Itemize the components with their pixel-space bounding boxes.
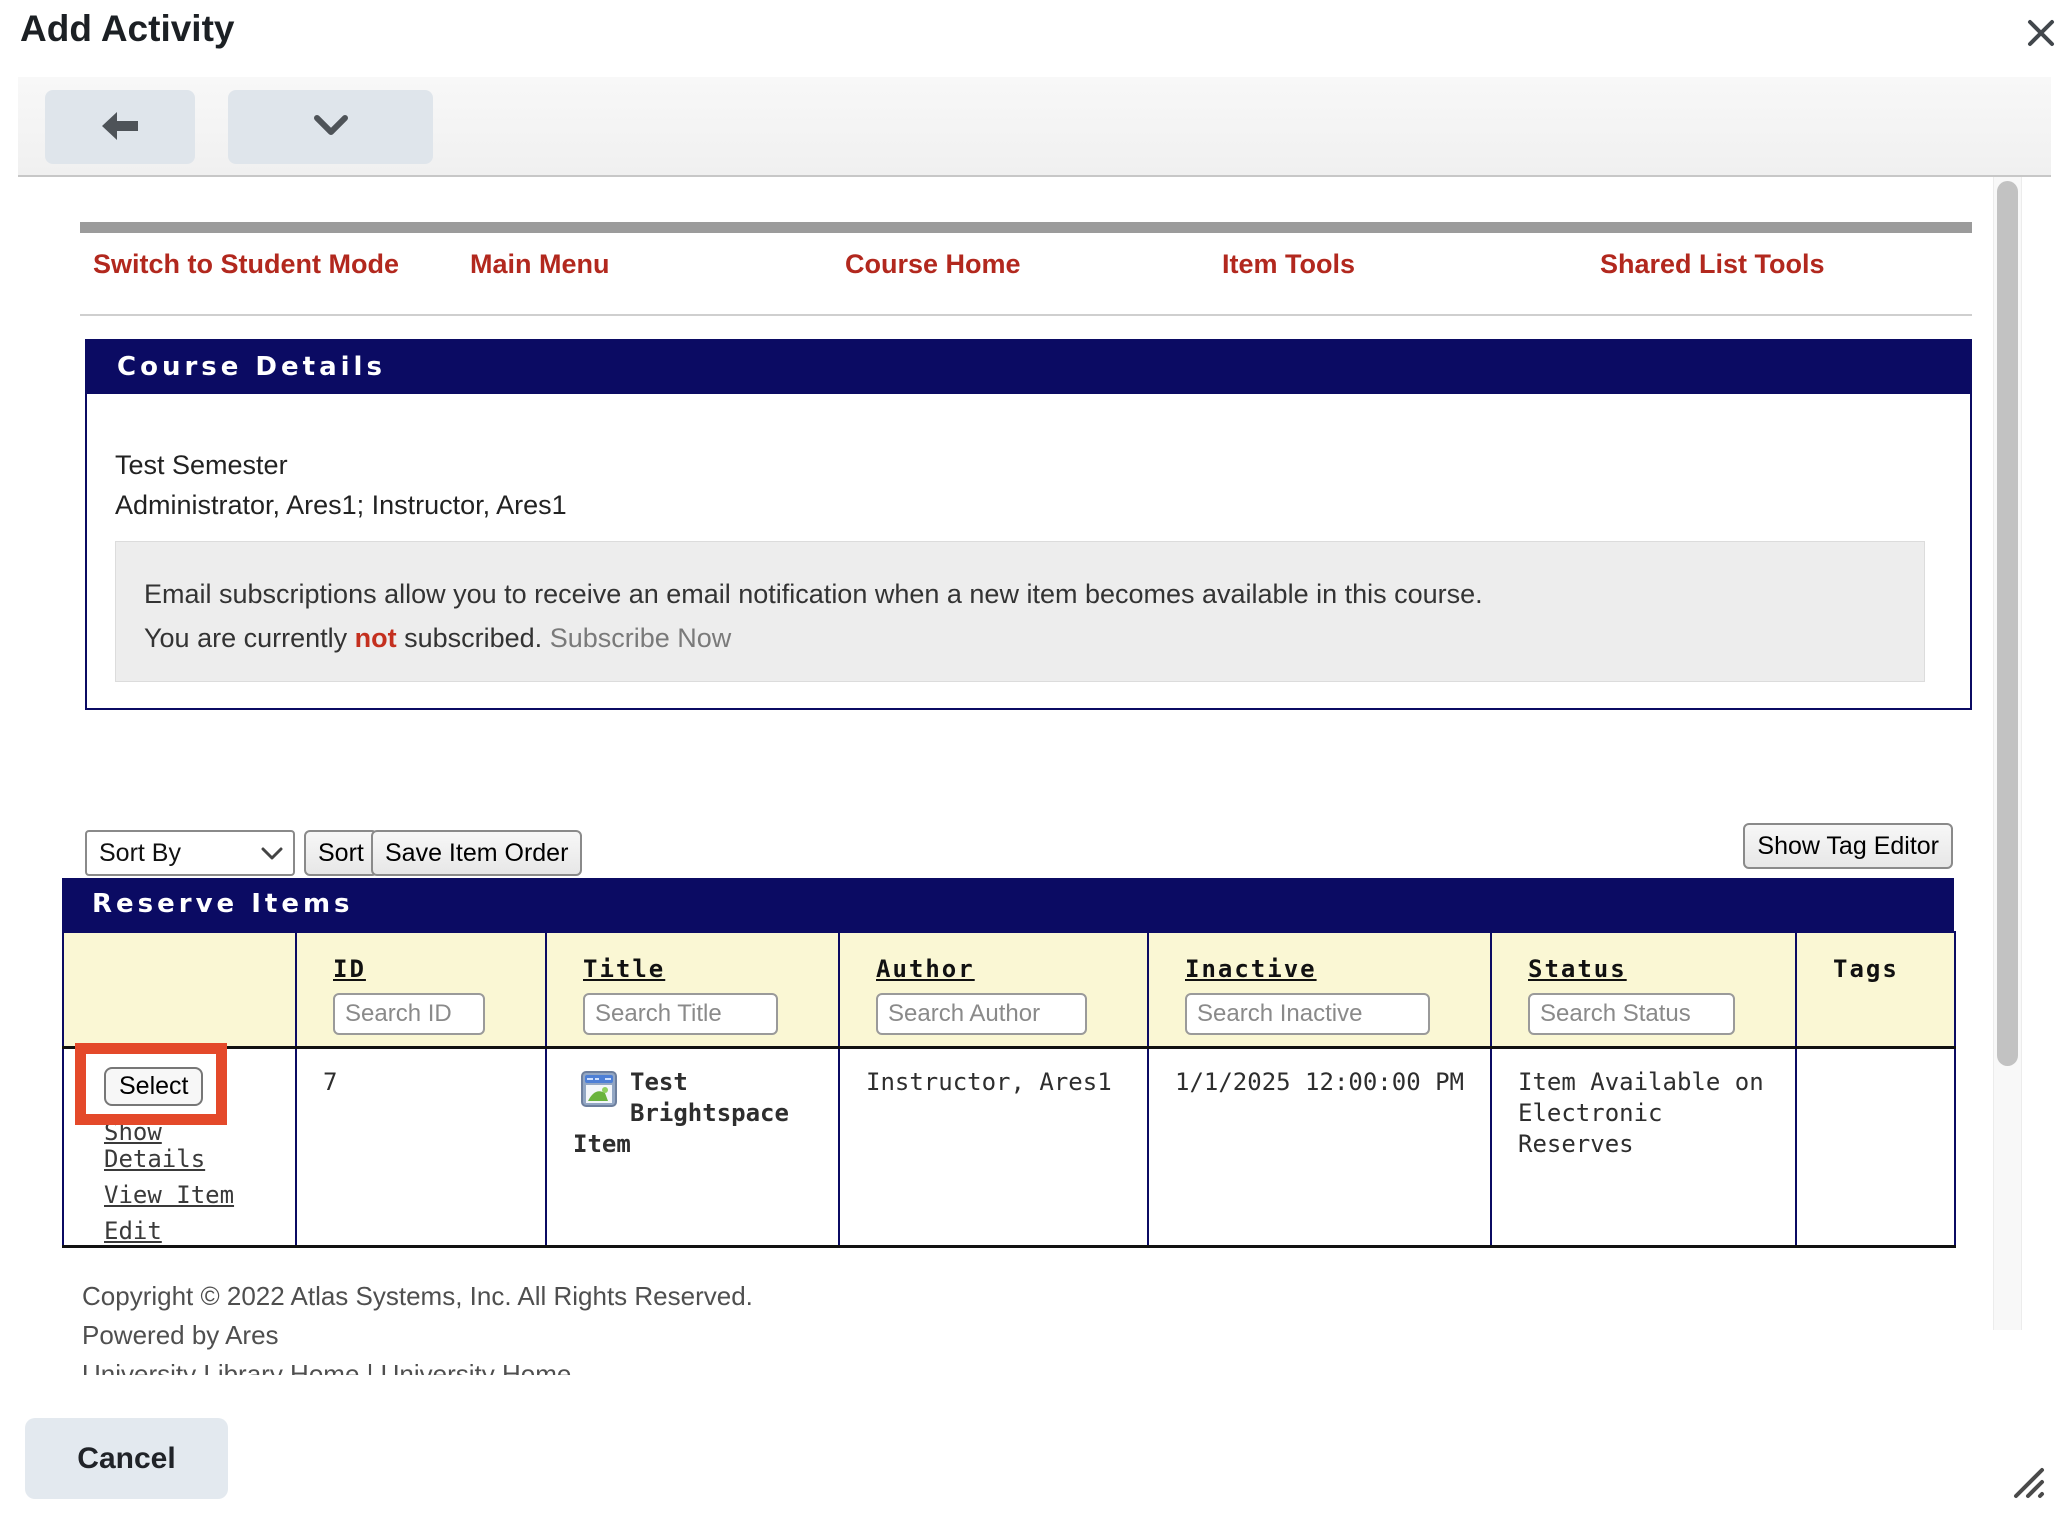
close-icon: [2022, 40, 2060, 55]
search-author-input[interactable]: [876, 993, 1087, 1035]
chevron-down-icon: [311, 113, 351, 142]
search-title-input[interactable]: [583, 993, 778, 1035]
cell-inactive: 1/1/2025 12:00:00 PM: [1148, 1047, 1491, 1246]
search-id-input[interactable]: [333, 993, 485, 1035]
show-tag-editor-button[interactable]: Show Tag Editor: [1743, 823, 1953, 869]
top-divider-bar: [80, 222, 1972, 233]
show-details-link[interactable]: Show Details: [104, 1119, 277, 1173]
page-title: Add Activity: [20, 8, 234, 50]
reserve-items-header: Reserve Items: [62, 878, 1954, 931]
subscribe-now-link[interactable]: Subscribe Now: [550, 623, 732, 653]
sort-by-inactive-link[interactable]: Inactive: [1185, 955, 1317, 983]
back-arrow-icon: [100, 109, 140, 146]
email-notice-text: Email subscriptions allow you to receive…: [144, 572, 1896, 616]
web-page-icon: [581, 1069, 617, 1109]
course-details-panel: Course Details Test Semester Administrat…: [85, 339, 1972, 710]
nav-main-menu[interactable]: Main Menu: [470, 249, 610, 280]
cancel-button[interactable]: Cancel: [25, 1418, 228, 1499]
nav-shared-list-tools[interactable]: Shared List Tools: [1600, 249, 1825, 280]
header-title: Title: [546, 932, 839, 1047]
divider: [80, 314, 1972, 316]
header-tags: Tags: [1796, 932, 1955, 1047]
reserve-items-table: ID Title Author Inactive Status: [62, 931, 1956, 1248]
course-semester: Test Semester: [115, 445, 1942, 485]
search-status-input[interactable]: [1528, 993, 1735, 1035]
cell-actions: Select Show Details View Item Edit: [63, 1047, 296, 1246]
resize-grip-icon[interactable]: [2008, 1460, 2050, 1502]
cell-author: Instructor, Ares1: [839, 1047, 1148, 1246]
nav-switch-student-mode[interactable]: Switch to Student Mode: [93, 249, 399, 280]
powered-by-text: Powered by Ares: [82, 1320, 753, 1350]
scrollbar-thumb[interactable]: [1997, 181, 2018, 1066]
sort-by-author-link[interactable]: Author: [876, 955, 975, 983]
sort-by-status-link[interactable]: Status: [1528, 955, 1627, 983]
nav-course-home[interactable]: Course Home: [845, 249, 1021, 280]
cell-status: Item Available on Electronic Reserves: [1491, 1047, 1796, 1246]
cell-title: Test Brightspace Item: [546, 1047, 839, 1246]
select-button[interactable]: Select: [104, 1067, 203, 1106]
sort-by-selected-value: Sort By: [99, 839, 181, 868]
header-id: ID: [296, 932, 546, 1047]
course-instructors: Administrator, Ares1; Instructor, Ares1: [115, 485, 1942, 525]
table-header-row: ID Title Author Inactive Status: [63, 932, 1955, 1047]
close-button[interactable]: [2019, 12, 2063, 56]
ares-content-frame: Switch to Student Mode Main Menu Course …: [18, 177, 1985, 1375]
nav-item-tools[interactable]: Item Tools: [1222, 249, 1355, 280]
sort-button[interactable]: Sort: [304, 830, 378, 876]
footer: Copyright © 2022 Atlas Systems, Inc. All…: [82, 1272, 753, 1375]
copyright-text: Copyright © 2022 Atlas Systems, Inc. All…: [82, 1281, 753, 1311]
header-author: Author: [839, 932, 1148, 1047]
cell-id: 7: [296, 1047, 546, 1246]
subscription-status-prefix: You are currently: [144, 623, 355, 653]
subscription-status-suffix: subscribed.: [397, 623, 550, 653]
table-row: Select Show Details View Item Edit 7: [63, 1047, 1955, 1246]
save-item-order-button[interactable]: Save Item Order: [371, 830, 582, 876]
sort-by-select[interactable]: Sort By: [85, 830, 295, 876]
footer-home-links[interactable]: University Library Home | University Hom…: [82, 1359, 571, 1375]
subscription-status-not: not: [355, 623, 397, 653]
header-inactive: Inactive: [1148, 932, 1491, 1047]
back-button[interactable]: [45, 90, 195, 164]
course-details-header: Course Details: [87, 341, 1970, 394]
sort-by-title-link[interactable]: Title: [583, 955, 665, 983]
view-item-link[interactable]: View Item: [104, 1182, 277, 1209]
sort-by-id-link[interactable]: ID: [333, 955, 366, 983]
edit-link[interactable]: Edit: [104, 1218, 277, 1245]
editor-toolbar: [18, 77, 2051, 177]
select-chevron-icon: [261, 839, 283, 868]
toolbar-dropdown-button[interactable]: [228, 90, 433, 164]
header-actions: [63, 932, 296, 1047]
email-subscription-notice: Email subscriptions allow you to receive…: [115, 541, 1925, 682]
header-status: Status: [1491, 932, 1796, 1047]
tags-column-label: Tags: [1833, 955, 1899, 983]
search-inactive-input[interactable]: [1185, 993, 1430, 1035]
cell-tags: [1796, 1047, 1955, 1246]
